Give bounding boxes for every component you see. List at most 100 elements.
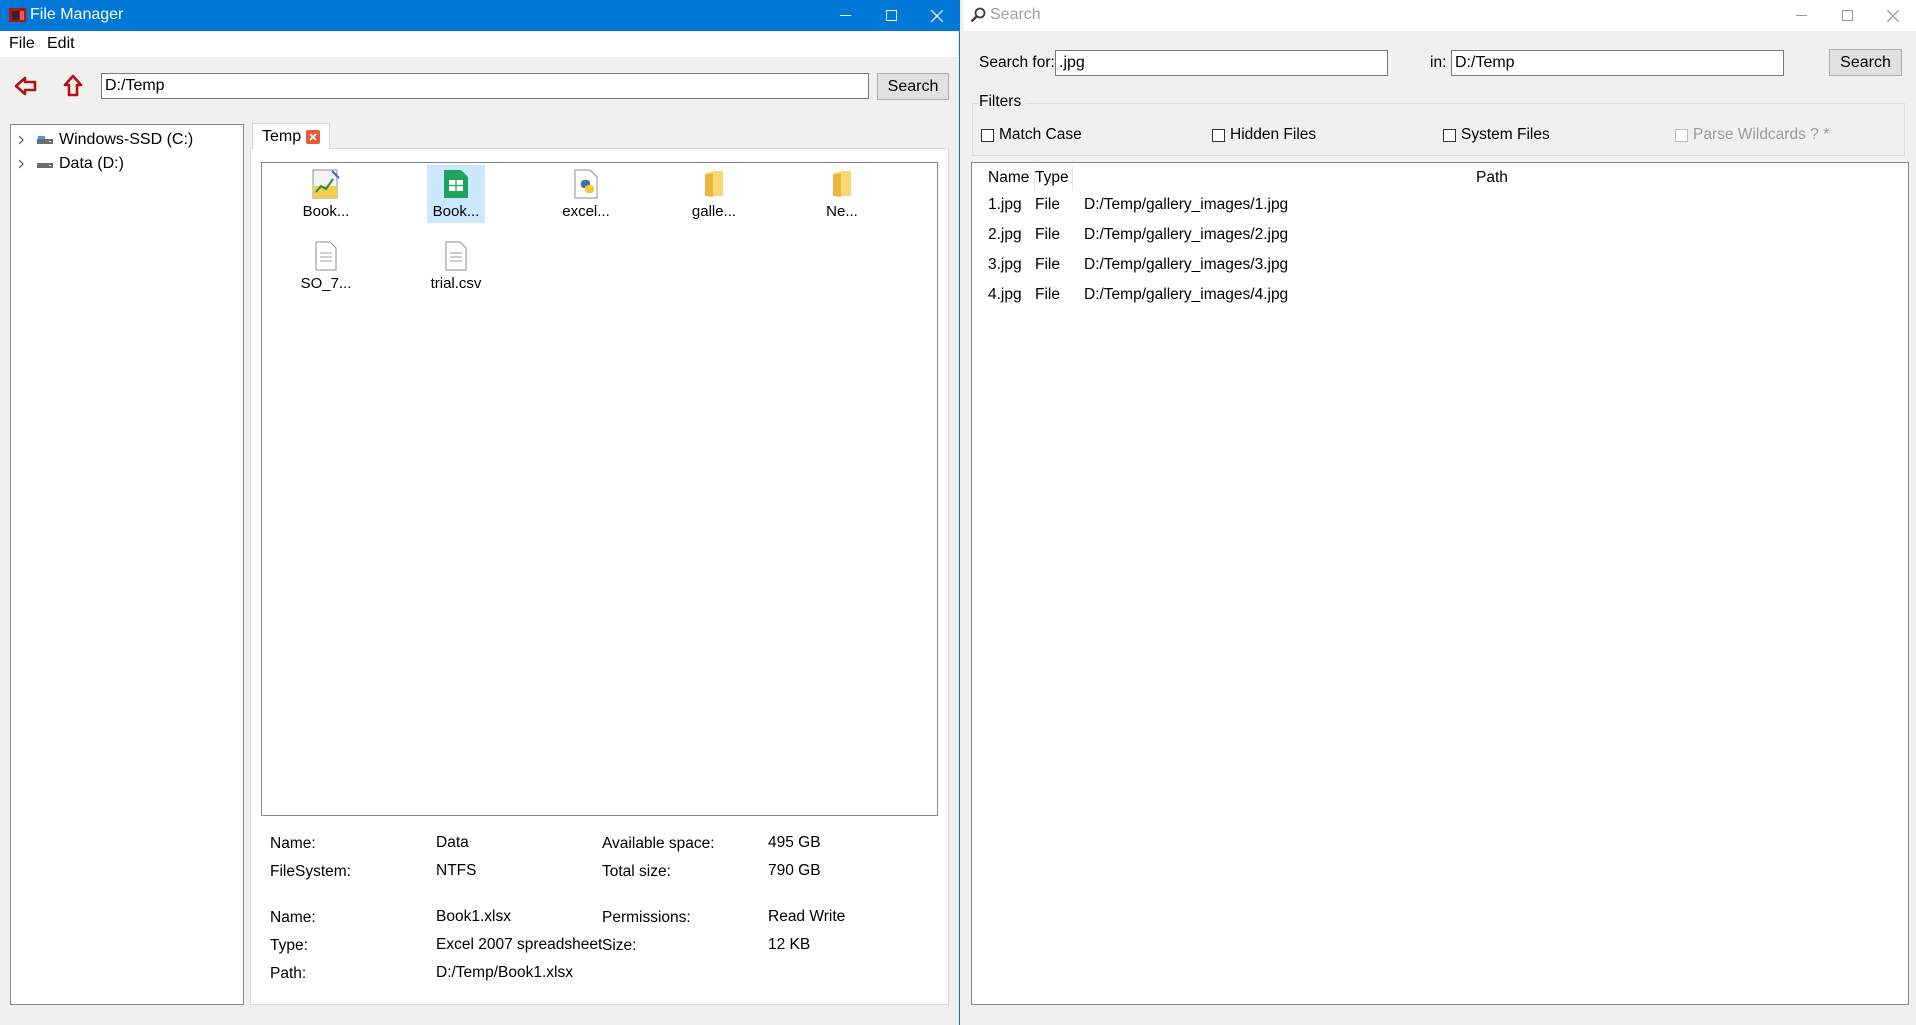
file-size-value: 12 KB [768, 936, 811, 953]
column-header-type[interactable]: Type [1035, 169, 1069, 187]
maximize-button[interactable] [868, 0, 914, 31]
text-file-icon [441, 239, 471, 273]
tab-close-icon[interactable] [306, 129, 321, 144]
file-label: Book... [432, 203, 480, 220]
up-button[interactable] [59, 72, 87, 100]
file-name-label: Name: [270, 909, 316, 926]
minimize-icon [839, 15, 851, 16]
minimize-button[interactable] [822, 0, 868, 31]
minimize-icon [1795, 15, 1807, 16]
checkbox-box[interactable] [1212, 128, 1225, 142]
path-input[interactable]: D:/Temp [101, 73, 869, 99]
tree-item-d[interactable]: Data (D:) [11, 153, 124, 175]
drive-tree: Windows-SSD (C:) Data (D:) [10, 124, 244, 1005]
checkbox-label: Parse Wildcards ? * [1693, 126, 1830, 143]
cell-path: D:/Temp/gallery_images/3.jpg [1084, 256, 1289, 273]
search-button[interactable]: Search [1829, 49, 1902, 76]
available-space-value: 495 GB [768, 834, 821, 851]
cell-name: 2.jpg [988, 226, 1022, 243]
folder-icon [827, 167, 857, 201]
close-button[interactable] [1870, 0, 1916, 31]
filesystem-label: FileSystem: [270, 863, 351, 880]
cell-type: File [1035, 286, 1060, 303]
tree-item-c[interactable]: Windows-SSD (C:) [11, 129, 193, 151]
back-button[interactable] [12, 72, 40, 100]
close-button[interactable] [914, 0, 960, 31]
maximize-icon [1841, 10, 1853, 21]
available-space-label: Available space: [602, 835, 715, 852]
table-row[interactable]: 2.jpg File D:/Temp/gallery_images/2.jpg [972, 219, 1908, 249]
menu-file[interactable]: File [9, 35, 35, 53]
file-manager-window: File Manager File Edit D:/Temp Search Wi… [0, 0, 960, 1025]
permissions-value: Read Write [768, 908, 846, 925]
file-item[interactable]: excel... [557, 165, 615, 223]
title-bar[interactable]: File Manager [0, 0, 960, 31]
search-in-label: in: [1430, 54, 1447, 71]
column-separator[interactable] [1072, 167, 1073, 191]
cell-type: File [1035, 196, 1060, 213]
checkbox-box[interactable] [1675, 128, 1688, 142]
column-header-name[interactable]: Name [988, 169, 1029, 187]
tree-item-label: Data (D:) [59, 155, 124, 172]
cell-name: 3.jpg [988, 256, 1022, 273]
menu-bar: File Edit [0, 31, 958, 57]
minimize-button[interactable] [1778, 0, 1824, 31]
column-header-path[interactable]: Path [1476, 169, 1508, 187]
window-title: Search [990, 6, 1041, 23]
cell-type: File [1035, 256, 1060, 273]
filesystem-value: NTFS [436, 862, 477, 879]
results-table: Name Type Path 1.jpg File D:/Temp/galler… [971, 162, 1909, 1005]
permissions-label: Permissions: [602, 909, 691, 926]
parse-wildcards-checkbox[interactable]: Parse Wildcards ? * [1675, 126, 1829, 144]
file-name-value: Book1.xlsx [436, 908, 511, 925]
file-grid: Book... Book... excel... galle... Ne... … [261, 162, 938, 816]
file-item[interactable]: trial.csv [427, 237, 485, 295]
tab-temp[interactable]: Temp [252, 123, 330, 149]
folder-icon [699, 167, 729, 201]
total-size-value: 790 GB [768, 862, 821, 879]
search-window: Search Search for: .jpg in: D:/Temp Sear… [963, 0, 1916, 1025]
search-title-bar[interactable]: Search [963, 0, 1916, 31]
file-label: trial.csv [430, 275, 482, 292]
drive-icon [37, 134, 53, 146]
file-label: Book... [302, 203, 350, 220]
hidden-files-checkbox[interactable]: Hidden Files [1212, 126, 1316, 144]
system-files-checkbox[interactable]: System Files [1443, 126, 1550, 144]
file-item-selected[interactable]: Book... [427, 165, 485, 223]
maximize-button[interactable] [1824, 0, 1870, 31]
menu-edit[interactable]: Edit [47, 35, 75, 53]
table-row[interactable]: 1.jpg File D:/Temp/gallery_images/1.jpg [972, 189, 1908, 219]
python-file-icon [571, 167, 601, 201]
file-size-label: Size: [602, 937, 637, 954]
drive-name-label: Name: [270, 835, 316, 852]
match-case-checkbox[interactable]: Match Case [981, 126, 1082, 144]
search-in-input[interactable]: D:/Temp [1451, 50, 1784, 76]
cell-path: D:/Temp/gallery_images/2.jpg [1084, 226, 1289, 243]
tree-item-label: Windows-SSD (C:) [59, 131, 194, 148]
cell-name: 1.jpg [988, 196, 1022, 213]
cell-name: 4.jpg [988, 286, 1022, 303]
file-item[interactable]: Book... [297, 165, 355, 223]
tab-label: Temp [262, 127, 302, 145]
checkbox-label: System Files [1461, 126, 1550, 143]
search-for-input[interactable]: .jpg [1055, 50, 1388, 76]
window-title: File Manager [30, 6, 124, 23]
file-type-value: Excel 2007 spreadsheet [436, 936, 603, 953]
chevron-right-icon[interactable] [17, 159, 31, 169]
file-item[interactable]: SO_7... [297, 237, 355, 295]
checkbox-box[interactable] [981, 128, 994, 142]
file-path-value: D:/Temp/Book1.xlsx [436, 964, 573, 981]
checkbox-box[interactable] [1443, 128, 1456, 142]
file-label: SO_7... [300, 275, 352, 292]
folder-item[interactable]: galle... [685, 165, 743, 223]
search-button[interactable]: Search [877, 73, 949, 100]
cell-path: D:/Temp/gallery_images/4.jpg [1084, 286, 1289, 303]
file-label: galle... [691, 203, 737, 220]
chevron-right-icon[interactable] [17, 135, 31, 145]
folder-item[interactable]: Ne... [813, 165, 871, 223]
maximize-icon [885, 10, 897, 21]
table-row[interactable]: 4.jpg File D:/Temp/gallery_images/4.jpg [972, 279, 1908, 309]
total-size-label: Total size: [602, 863, 671, 880]
close-icon [1887, 9, 1899, 22]
table-row[interactable]: 3.jpg File D:/Temp/gallery_images/3.jpg [972, 249, 1908, 279]
